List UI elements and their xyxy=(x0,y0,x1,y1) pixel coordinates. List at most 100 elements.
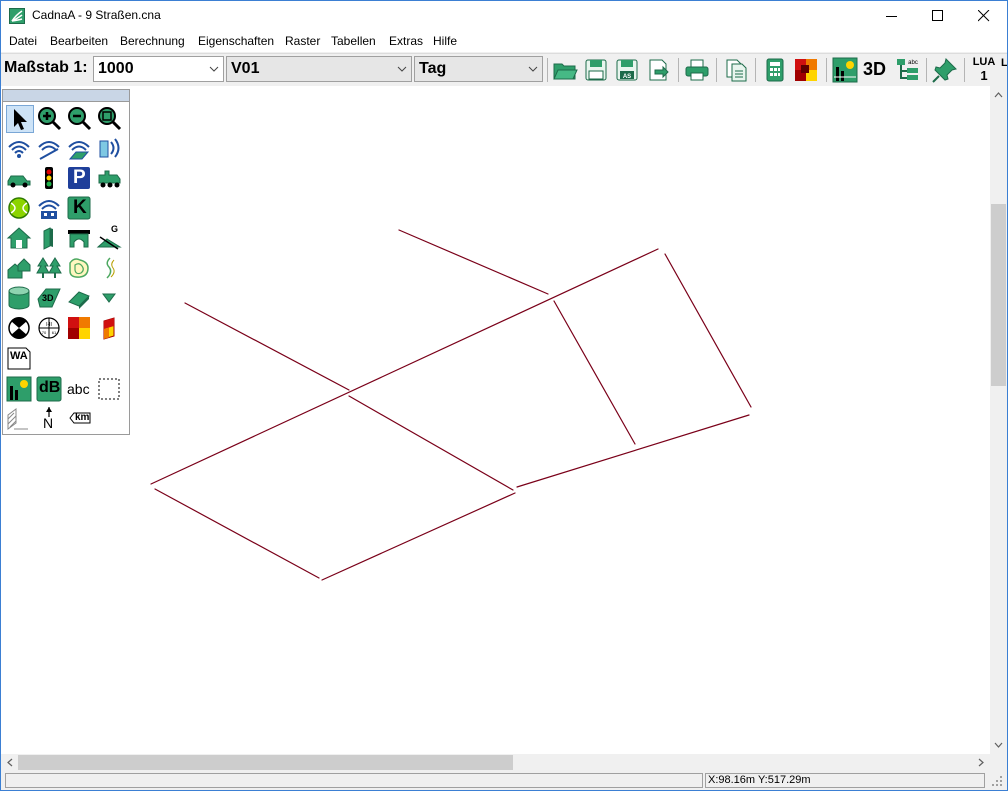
street-line[interactable] xyxy=(154,488,320,579)
streets-drawing[interactable] xyxy=(1,86,990,754)
noise-map-icon xyxy=(68,317,90,339)
horizontal-scrollbar[interactable] xyxy=(1,754,990,771)
vertical-scroll-thumb[interactable] xyxy=(991,204,1006,386)
street-line[interactable] xyxy=(348,395,514,491)
calculator-icon[interactable] xyxy=(762,57,788,83)
menu-bar: Datei Bearbeiten Berechnung Eigenschafte… xyxy=(1,31,1007,52)
zoom-in-tool[interactable] xyxy=(36,105,64,133)
menu-bearbeiten[interactable]: Bearbeiten xyxy=(50,34,108,48)
object-tree-icon[interactable]: abc xyxy=(894,57,920,83)
close-button[interactable] xyxy=(961,1,1007,31)
menu-datei[interactable]: Datei xyxy=(9,34,37,48)
palette-drag-handle[interactable] xyxy=(3,90,129,102)
open-folder-icon[interactable] xyxy=(552,57,578,83)
minimize-button[interactable] xyxy=(869,1,915,31)
export-icon[interactable] xyxy=(645,57,671,83)
barrier-tool[interactable] xyxy=(36,225,64,253)
scale-bar-tool[interactable]: km xyxy=(66,405,94,433)
receiver-group-tool[interactable]: I-II 70 61 xyxy=(36,315,64,343)
street-line[interactable] xyxy=(321,492,516,581)
menu-extras[interactable]: Extras xyxy=(389,34,423,48)
status-message-pane xyxy=(5,773,703,788)
site-plan-tool[interactable] xyxy=(6,376,34,404)
site-plan-icon[interactable] xyxy=(832,57,858,83)
lua-button-2-partial[interactable]: L xyxy=(1001,57,1007,69)
railway-tool[interactable] xyxy=(96,165,124,193)
hatch-area-tool[interactable] xyxy=(6,405,34,433)
lua-button[interactable]: LUA xyxy=(971,57,997,68)
menu-hilfe[interactable]: Hilfe xyxy=(433,34,457,48)
save-as-icon[interactable]: AS xyxy=(614,57,640,83)
traffic-light-tool[interactable] xyxy=(36,165,64,193)
street-line[interactable] xyxy=(150,248,659,485)
scale-combobox[interactable]: 1000 xyxy=(93,56,224,82)
print-icon[interactable] xyxy=(684,57,710,83)
receiver-point-tool[interactable] xyxy=(96,285,124,313)
cylinder-tool[interactable] xyxy=(6,285,34,313)
street-line[interactable] xyxy=(664,253,752,408)
copy-document-icon[interactable] xyxy=(723,57,749,83)
noise-grid-icon[interactable] xyxy=(793,57,819,83)
land-use-tool[interactable]: WA xyxy=(6,345,34,373)
bridge-tool[interactable] xyxy=(66,225,94,253)
g-letter: G xyxy=(111,224,119,234)
section-tool[interactable] xyxy=(96,376,124,404)
contour-area-tool[interactable] xyxy=(66,255,94,283)
contour-line-tool[interactable] xyxy=(96,255,124,283)
menu-raster[interactable]: Raster xyxy=(285,34,320,48)
scroll-up-icon[interactable] xyxy=(994,92,1003,98)
scroll-left-icon[interactable] xyxy=(7,758,13,767)
street-line[interactable] xyxy=(516,414,750,488)
industrial-source-tool[interactable] xyxy=(36,195,64,223)
street-line[interactable] xyxy=(553,300,636,445)
menu-eigenschaften[interactable]: Eigenschaften xyxy=(198,34,274,48)
view-3d-button[interactable]: 3D xyxy=(863,59,886,80)
road-tool[interactable] xyxy=(6,165,34,193)
ground-absorption-tool[interactable] xyxy=(66,285,94,313)
zoom-extents-tool[interactable] xyxy=(96,105,124,133)
text-tool[interactable]: abc xyxy=(66,376,94,404)
embankment-tool[interactable]: G xyxy=(96,224,124,253)
variant-combobox[interactable]: V01 xyxy=(226,56,412,82)
vegetation-tool[interactable] xyxy=(36,255,64,283)
facade-noise-map-tool[interactable] xyxy=(96,315,124,343)
abc-label: abc xyxy=(67,381,90,397)
zoom-out-tool[interactable] xyxy=(66,105,94,133)
embankment-icon xyxy=(96,236,122,250)
receiver-tool[interactable] xyxy=(6,315,34,343)
time-period-combobox[interactable]: Tag xyxy=(414,56,543,82)
drawing-canvas[interactable] xyxy=(1,86,990,754)
tennis-tool[interactable] xyxy=(6,195,34,223)
level-label-tool[interactable]: dB xyxy=(36,376,64,404)
building-tool[interactable] xyxy=(6,225,34,253)
street-line[interactable] xyxy=(184,302,350,391)
scroll-down-icon[interactable] xyxy=(994,742,1003,748)
area-source-tool[interactable] xyxy=(66,135,94,163)
save-icon[interactable] xyxy=(583,57,609,83)
grid-calculation-tool[interactable] xyxy=(66,315,94,343)
vertical-area-source-tool[interactable] xyxy=(96,135,124,163)
street-line[interactable] xyxy=(398,229,549,295)
point-source-tool[interactable] xyxy=(6,135,34,163)
k-object-tool[interactable]: K xyxy=(66,195,94,223)
contour-area-icon xyxy=(69,258,89,278)
parking-lot-tool[interactable]: P xyxy=(66,165,94,193)
resize-grip-icon[interactable] xyxy=(991,775,1003,787)
pin-icon[interactable] xyxy=(932,57,958,83)
vertical-scrollbar[interactable] xyxy=(990,86,1007,754)
line-source-tool[interactable] xyxy=(36,135,64,163)
maximize-button[interactable] xyxy=(915,1,961,31)
3d-reflector-tool[interactable]: 3D xyxy=(36,285,64,313)
horizontal-scroll-thumb[interactable] xyxy=(18,755,513,770)
maximize-icon xyxy=(932,10,943,21)
scroll-right-icon[interactable] xyxy=(978,758,984,767)
toolbar-separator xyxy=(716,58,717,82)
select-tool[interactable] xyxy=(6,105,34,133)
toolbar-separator xyxy=(755,58,756,82)
menu-berechnung[interactable]: Berechnung xyxy=(120,34,185,48)
north-arrow-tool[interactable]: N xyxy=(36,405,64,433)
building-group-tool[interactable] xyxy=(6,255,34,283)
lua-number: 1 xyxy=(980,68,988,83)
trees-icon xyxy=(36,257,62,278)
menu-tabellen[interactable]: Tabellen xyxy=(331,34,376,48)
